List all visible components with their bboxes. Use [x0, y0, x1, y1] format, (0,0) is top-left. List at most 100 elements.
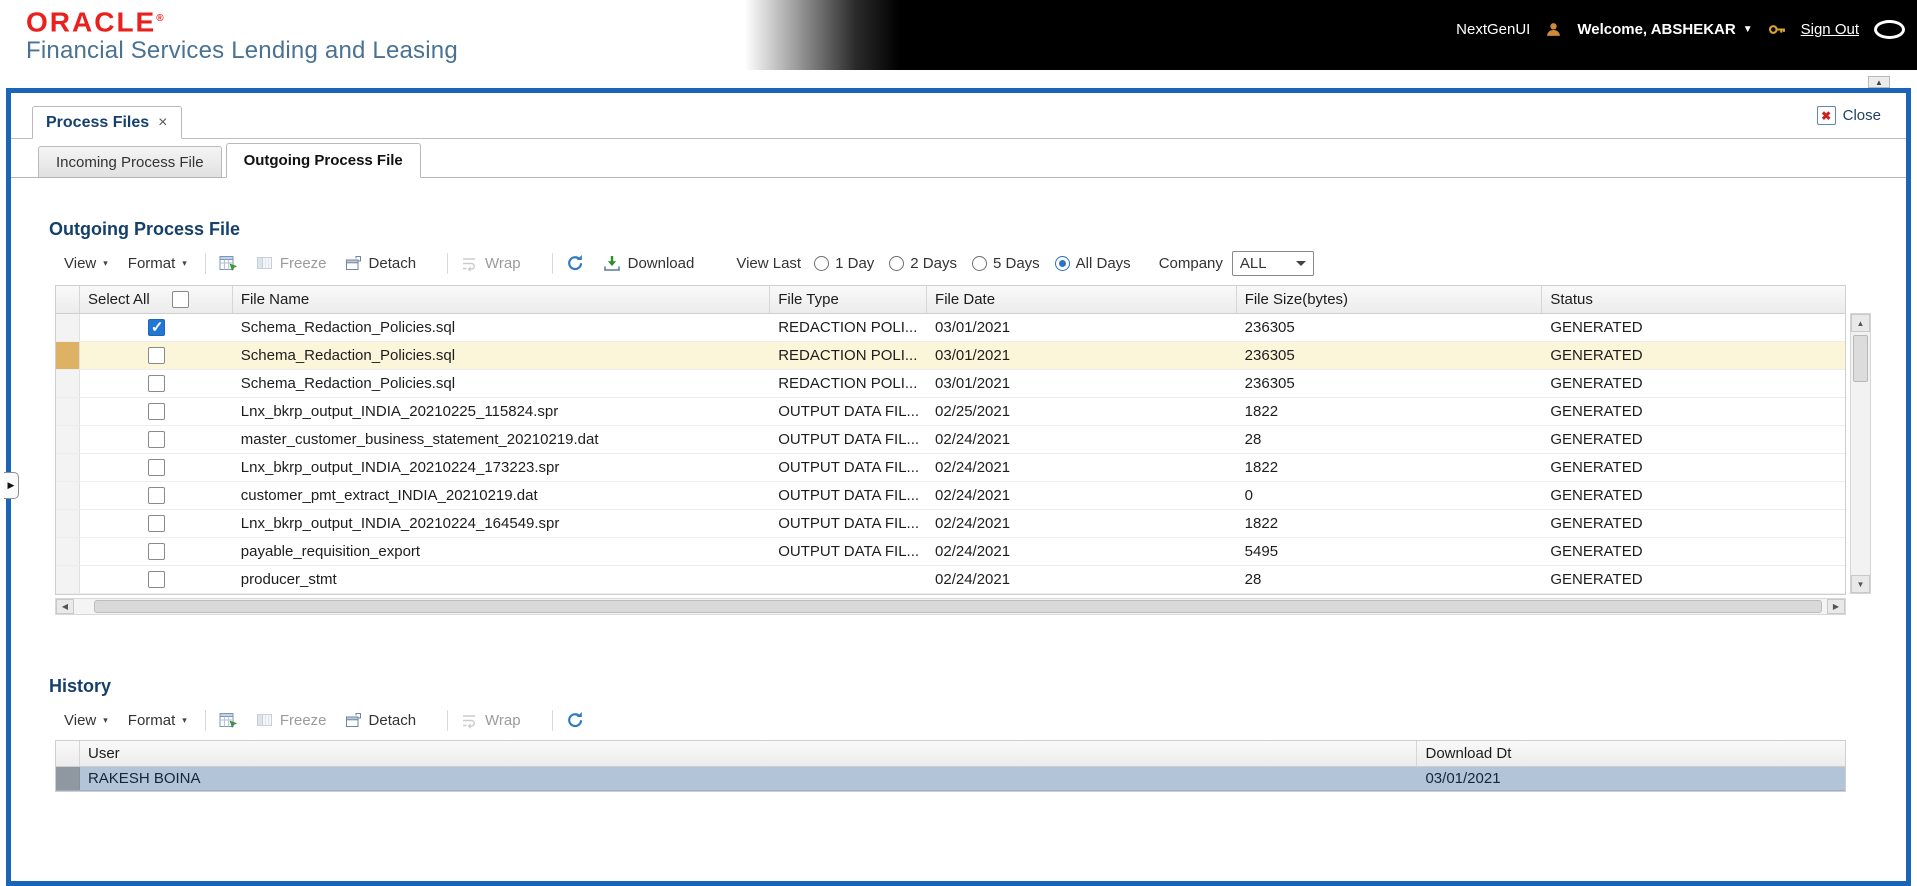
oval-icon[interactable] — [1874, 19, 1905, 39]
col-file-type[interactable]: File Type — [770, 286, 928, 313]
view-menu-button[interactable]: View ▾ — [59, 252, 113, 275]
history-wrap-button[interactable]: Wrap — [461, 712, 521, 729]
file-type-cell: REDACTION POLI... — [778, 347, 918, 364]
file-date-cell: 03/01/2021 — [935, 319, 1011, 336]
table-row[interactable]: Schema_Redaction_Policies.sql REDACTION P… — [56, 314, 1845, 342]
toolbar-separator — [204, 252, 206, 274]
freeze-button[interactable]: Freeze — [256, 255, 327, 272]
format-menu-button[interactable]: Format ▾ — [123, 252, 192, 275]
history-format-menu-button[interactable]: Format ▾ — [123, 709, 192, 732]
row-checkbox[interactable] — [147, 571, 165, 588]
chevron-down-icon: ▾ — [103, 257, 108, 268]
view-last-option[interactable]: 5 Days — [971, 255, 1040, 272]
vertical-scrollbar-thumb[interactable] — [1853, 335, 1868, 382]
table-row[interactable]: producer_stmt 02/24/2021 28 GENERATED — [56, 566, 1845, 594]
row-checkbox[interactable] — [147, 403, 165, 420]
tab-close-icon[interactable]: × — [158, 114, 167, 132]
col-file-size[interactable]: File Size(bytes) — [1237, 286, 1543, 313]
row-header — [56, 314, 80, 341]
row-header-column — [56, 741, 80, 766]
radio-button[interactable] — [814, 255, 830, 271]
view-last-option[interactable]: 1 Day — [814, 255, 874, 272]
format-menu-label: Format — [127, 254, 176, 272]
row-checkbox[interactable] — [147, 515, 165, 532]
radio-button[interactable] — [889, 255, 905, 271]
table-row[interactable]: master_customer_business_statement_20210… — [56, 426, 1845, 454]
table-row[interactable]: payable_requisition_export OUTPUT DATA FI… — [56, 538, 1845, 566]
scroll-up-arrow-icon[interactable]: ▲ — [1851, 314, 1870, 332]
welcome-menu[interactable]: Welcome, ABSHEKAR ▼ — [1577, 21, 1752, 38]
row-checkbox[interactable] — [147, 347, 165, 364]
row-checkbox[interactable] — [147, 319, 165, 336]
horizontal-scrollbar[interactable]: ◀ ▶ — [55, 598, 1846, 615]
row-checkbox[interactable] — [147, 459, 165, 476]
row-checkbox[interactable] — [147, 487, 165, 504]
refresh-button[interactable] — [566, 254, 585, 272]
download-button[interactable]: Download — [603, 255, 694, 272]
outgoing-section-title: Outgoing Process File — [49, 219, 241, 239]
radio-button[interactable] — [971, 255, 987, 271]
tab-outgoing-process-file[interactable]: Outgoing Process File — [225, 143, 421, 178]
toolbar-separator — [204, 709, 206, 731]
view-last-option[interactable]: 2 Days — [889, 255, 957, 272]
row-checkbox[interactable] — [147, 375, 165, 392]
select-cell — [80, 403, 233, 420]
view-last-option[interactable]: All Days — [1054, 254, 1131, 272]
wrap-button[interactable]: Wrap — [461, 255, 521, 272]
radio-button[interactable] — [1054, 255, 1070, 271]
scroll-left-arrow-icon[interactable]: ◀ — [56, 599, 74, 614]
col-download-dt[interactable]: Download Dt — [1417, 741, 1845, 766]
welcome-label: Welcome, ABSHEKAR — [1577, 20, 1736, 38]
file-size-cell: 236305 — [1244, 319, 1295, 336]
vertical-scrollbar[interactable]: ▲ ▼ — [1850, 313, 1871, 594]
file-name-cell: master_customer_business_statement_20210… — [240, 431, 599, 448]
col-file-date[interactable]: File Date — [927, 286, 1237, 313]
horizontal-scrollbar-thumb[interactable] — [94, 600, 1822, 613]
row-checkbox[interactable] — [147, 431, 165, 448]
detach-button[interactable]: Detach — [345, 255, 416, 272]
view-last-option-label: All Days — [1075, 254, 1131, 272]
nextgenui-link[interactable]: NextGenUI — [1456, 21, 1530, 38]
table-row[interactable]: Schema_Redaction_Policies.sql REDACTION P… — [56, 342, 1845, 370]
sign-out-link[interactable]: Sign Out — [1801, 21, 1859, 38]
wrap-label: Wrap — [485, 254, 521, 272]
company-select-value: ALL — [1239, 254, 1267, 272]
col-status[interactable]: Status — [1542, 286, 1845, 313]
table-row[interactable]: customer_pmt_extract_INDIA_20210219.dat O… — [56, 482, 1845, 510]
col-user[interactable]: User — [80, 741, 1418, 766]
scroll-down-arrow-icon[interactable]: ▼ — [1851, 575, 1870, 593]
file-date-cell: 02/24/2021 — [935, 515, 1011, 532]
history-row[interactable]: RAKESH BOINA 03/01/2021 — [56, 767, 1845, 791]
company-select[interactable]: ALL — [1231, 250, 1314, 276]
row-header — [56, 370, 80, 397]
scroll-up-button[interactable]: ▲ — [1868, 76, 1890, 88]
export-to-excel-button[interactable] — [219, 255, 238, 272]
close-button[interactable]: ✖ Close — [1816, 106, 1881, 125]
history-table: User Download Dt RAKESH BOINA 03/01/2021 — [55, 740, 1846, 792]
table-row[interactable]: Schema_Redaction_Policies.sql REDACTION P… — [56, 370, 1845, 398]
table-row[interactable]: Lnx_bkrp_output_INDIA_20210224_173223.sp… — [56, 454, 1845, 482]
panel-collapse-handle[interactable]: ▶ — [4, 472, 19, 499]
row-header-column — [56, 286, 80, 313]
status-cell: GENERATED — [1550, 515, 1643, 532]
history-view-menu-button[interactable]: View ▾ — [59, 709, 113, 732]
row-header — [56, 767, 80, 790]
scroll-right-arrow-icon[interactable]: ▶ — [1827, 599, 1845, 614]
table-row[interactable]: Lnx_bkrp_output_INDIA_20210225_115824.sp… — [56, 398, 1845, 426]
freeze-icon — [256, 712, 273, 729]
tab-incoming-process-file[interactable]: Incoming Process File — [38, 146, 222, 177]
row-checkbox[interactable] — [147, 543, 165, 560]
col-file-name[interactable]: File Name — [233, 286, 771, 313]
select-cell — [80, 431, 233, 448]
toolbar-separator — [551, 252, 553, 274]
export-icon — [219, 255, 238, 272]
history-detach-button[interactable]: Detach — [345, 712, 416, 729]
history-export-button[interactable] — [219, 712, 238, 729]
select-all-checkbox[interactable] — [171, 291, 189, 308]
history-freeze-button[interactable]: Freeze — [256, 712, 327, 729]
table-row[interactable]: Lnx_bkrp_output_INDIA_20210224_164549.sp… — [56, 510, 1845, 538]
history-refresh-button[interactable] — [566, 711, 585, 729]
tab-process-files[interactable]: Process Files × — [32, 106, 182, 139]
chevron-down-icon: ▾ — [182, 257, 187, 268]
refresh-icon — [566, 254, 585, 272]
